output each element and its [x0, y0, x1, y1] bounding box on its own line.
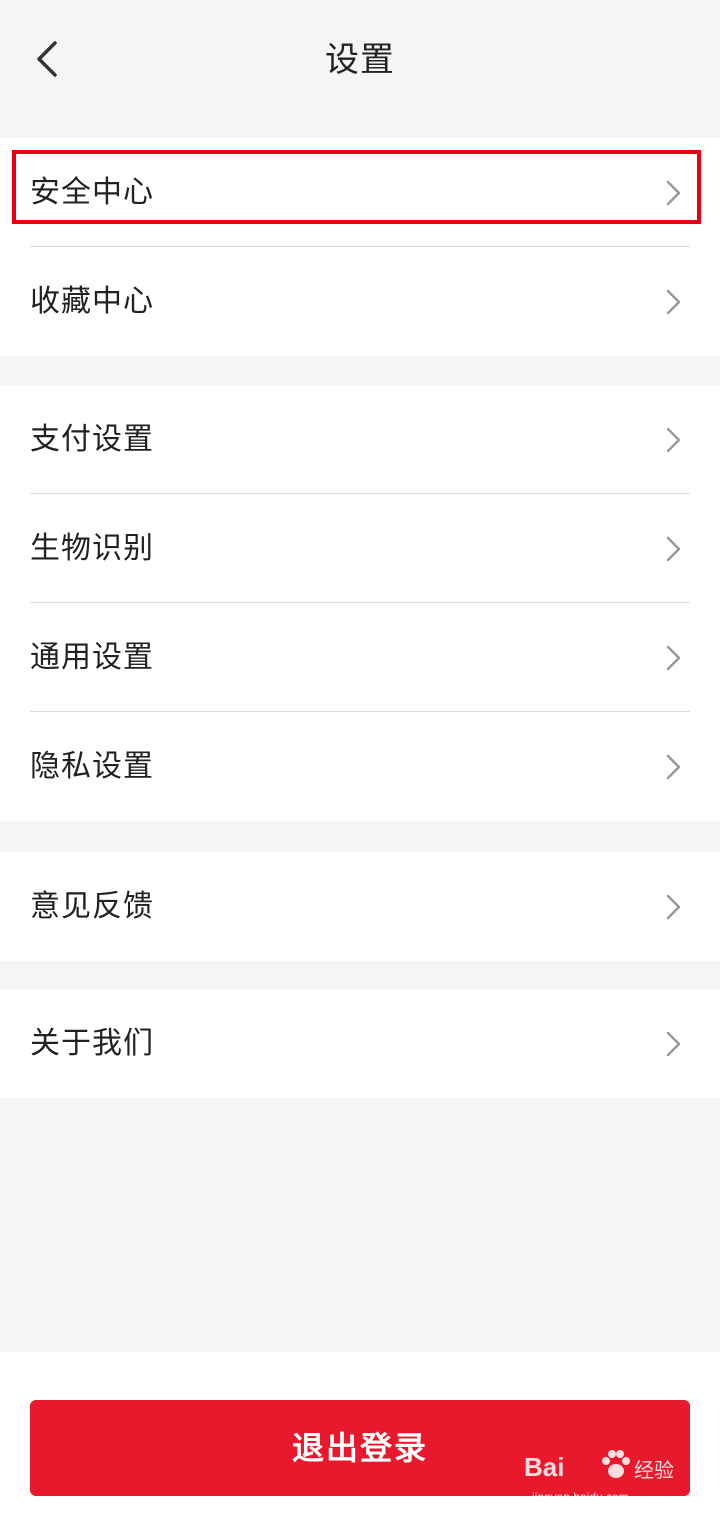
- settings-group-1: 安全中心 收藏中心: [0, 138, 720, 356]
- chevron-right-icon: [666, 894, 681, 920]
- page-title: 设置: [325, 40, 395, 80]
- list-item-security-center[interactable]: 安全中心: [0, 138, 720, 247]
- header-bar: 设置: [0, 0, 720, 120]
- list-item-favorites-center[interactable]: 收藏中心: [0, 247, 720, 356]
- list-item-general-settings[interactable]: 通用设置: [0, 603, 720, 712]
- list-item-label: 隐私设置: [30, 749, 154, 784]
- list-item-label: 关于我们: [30, 1026, 154, 1061]
- list-item-about-us[interactable]: 关于我们: [0, 989, 720, 1098]
- chevron-right-icon: [666, 427, 681, 453]
- settings-group-3: 意见反馈: [0, 852, 720, 961]
- watermark-url: jingyan.baidu.com: [532, 1490, 629, 1504]
- list-item-biometrics[interactable]: 生物识别: [0, 494, 720, 603]
- list-item-label: 安全中心: [30, 175, 154, 210]
- chevron-right-icon: [666, 289, 681, 315]
- baidu-jingyan-watermark: Bai 经验 jingyan.baidu.com: [524, 1444, 684, 1514]
- chevron-right-icon: [666, 645, 681, 671]
- list-item-payment-settings[interactable]: 支付设置: [0, 385, 720, 494]
- list-item-label: 意见反馈: [30, 889, 154, 924]
- paw-icon: [602, 1450, 630, 1478]
- watermark-cn: 经验: [634, 1458, 674, 1482]
- settings-group-4: 关于我们: [0, 989, 720, 1098]
- list-item-privacy-settings[interactable]: 隐私设置: [0, 712, 720, 821]
- list-item-label: 生物识别: [30, 531, 154, 566]
- chevron-right-icon: [666, 536, 681, 562]
- settings-group-2: 支付设置 生物识别 通用设置 隐私设置: [0, 385, 720, 821]
- list-item-label: 支付设置: [30, 422, 154, 457]
- watermark-brand: Bai: [524, 1452, 565, 1482]
- list-item-feedback[interactable]: 意见反馈: [0, 852, 720, 961]
- chevron-right-icon: [666, 1031, 681, 1057]
- list-item-label: 收藏中心: [30, 284, 154, 319]
- chevron-right-icon: [666, 754, 681, 780]
- chevron-right-icon: [666, 180, 681, 206]
- list-item-label: 通用设置: [30, 640, 154, 675]
